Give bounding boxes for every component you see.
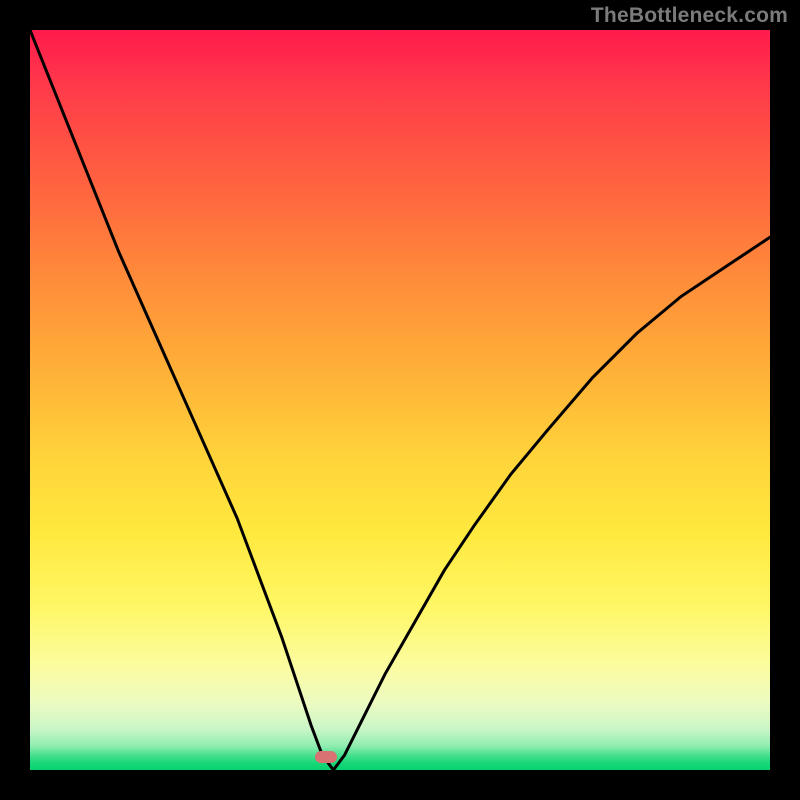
bottleneck-curve — [30, 30, 770, 770]
optimal-marker — [315, 751, 337, 763]
outer-frame: TheBottleneck.com — [0, 0, 800, 800]
plot-area — [30, 30, 770, 770]
watermark-text: TheBottleneck.com — [591, 4, 788, 28]
